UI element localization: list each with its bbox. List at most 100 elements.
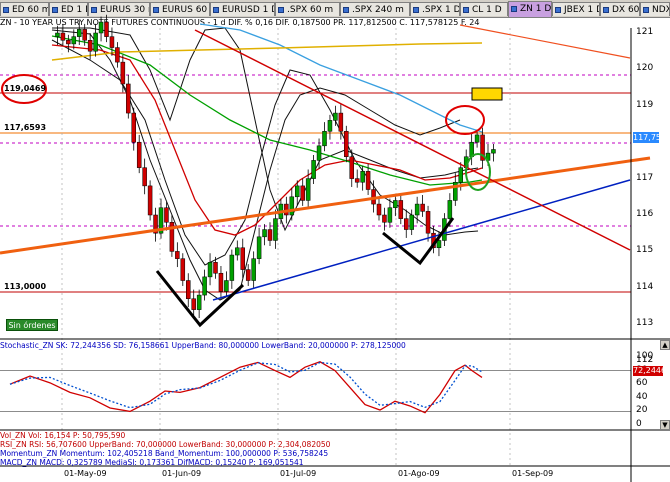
stochastic-header: Stochastic_ZN SK: 72,244356 SD: 76,15866… <box>0 341 406 350</box>
candle-body <box>414 203 420 216</box>
candle-body <box>104 21 109 37</box>
candle-body <box>311 160 316 179</box>
candle-body <box>87 40 93 52</box>
candle-body <box>126 83 131 114</box>
trendline-orange-support <box>0 156 651 255</box>
current-price-tag: 117,75 <box>633 132 661 143</box>
price-axis-tick: 114 <box>636 281 654 292</box>
candle-body <box>218 272 224 292</box>
candle-body <box>273 218 278 241</box>
indicator-panel-header-1: RSI_ZN RSI: 56,707600 UpperBand: 70,0000… <box>0 440 331 449</box>
candle-body <box>202 276 207 296</box>
price-axis-tick: 120 <box>636 63 654 74</box>
candle-body <box>115 47 120 63</box>
candle-body <box>322 131 327 147</box>
chart-canvas[interactable] <box>0 0 670 482</box>
candle-body <box>365 171 371 190</box>
candle-body <box>66 40 71 45</box>
candle-body <box>425 211 431 234</box>
price-axis-tick: 115 <box>636 245 654 256</box>
panel-scroll-down[interactable]: ▼ <box>660 420 670 430</box>
candle-body <box>344 131 349 158</box>
stochastic-axis-tick: 20 <box>636 405 648 416</box>
price-axis-tick: 117 <box>636 172 654 183</box>
stochastic-sd-line <box>9 361 483 409</box>
candle-body <box>289 196 295 216</box>
candle-body <box>235 247 240 256</box>
candle-body <box>491 149 496 154</box>
candle-body <box>224 280 229 292</box>
candle-body <box>175 251 180 259</box>
date-axis-tick: 01-Jun-09 <box>162 469 202 478</box>
candle-body <box>447 200 453 219</box>
candle-body <box>60 32 66 41</box>
price-label-circled: 119,0469 <box>4 84 47 93</box>
candle-body <box>300 185 305 201</box>
candle-body <box>360 171 365 183</box>
candle-body <box>387 207 393 223</box>
candle-body <box>93 32 98 52</box>
candle-body <box>398 200 404 219</box>
candle-body <box>316 145 322 161</box>
candle-body <box>186 280 191 299</box>
date-axis-tick: 01-Jul-09 <box>280 469 317 478</box>
stochastic-axis-tick: 100 <box>636 351 654 361</box>
candle-body <box>82 29 87 41</box>
candle-body <box>295 185 300 198</box>
orders-button[interactable]: Sin órdenes <box>6 319 58 331</box>
candle-body <box>305 178 311 201</box>
indicator-panel-header-3: MACD_ZN MACD: 0,325789 MediaSI: 0,173361… <box>0 458 304 467</box>
candle-body <box>164 207 169 223</box>
candle-body <box>333 112 338 121</box>
candle-body <box>420 203 425 212</box>
date-axis-tick: 01-Sep-09 <box>512 469 554 478</box>
candle-body <box>120 61 126 85</box>
bollinger-upper <box>51 29 461 301</box>
price-label-level-2: 113,0000 <box>4 282 47 291</box>
candle-body <box>240 247 245 270</box>
candle-body <box>382 214 387 223</box>
candle-body <box>251 258 256 281</box>
date-axis-tick: 01-May-09 <box>64 469 107 478</box>
candle-body <box>180 258 186 281</box>
candle-body <box>98 21 104 34</box>
candle-body <box>142 167 147 187</box>
candle-body <box>213 262 218 274</box>
candle-body <box>256 236 262 259</box>
candle-body <box>349 156 354 179</box>
candle-body <box>262 229 267 238</box>
circle-annotation-top <box>445 105 485 135</box>
candle-body <box>327 120 333 132</box>
stochastic-sk-line <box>9 361 483 414</box>
candle-body <box>245 269 251 281</box>
candle-body <box>354 178 360 183</box>
stochastic-tag: 72,2446 <box>633 366 667 376</box>
price-axis-tick: 119 <box>636 99 654 110</box>
price-axis-tick: 113 <box>636 318 654 329</box>
price-axis-tick: 116 <box>636 209 654 219</box>
candle-body <box>207 262 213 278</box>
stochastic-axis-tick: 0 <box>636 419 642 429</box>
candle-body <box>136 141 142 168</box>
price-label-level-1: 117,6593 <box>4 123 47 132</box>
stochastic-axis-tick: 40 <box>636 391 648 402</box>
candle-body <box>196 294 202 310</box>
candle-body <box>229 254 235 281</box>
candle-body <box>458 167 463 183</box>
candle-body <box>404 218 409 230</box>
date-axis-tick: 01-Ago-09 <box>398 469 440 478</box>
indicator-panel-header-2: Momentum_ZN Momentum: 102,405218 Band_Mo… <box>0 449 329 458</box>
candle-body <box>131 112 136 143</box>
candle-body <box>376 203 382 216</box>
indicator-panel-header-0: Vol_ZN Vol: 16,154 P: 50,795,590 <box>0 431 126 440</box>
candle-body <box>71 36 77 45</box>
candle-body <box>109 36 115 48</box>
trendline-red-upper <box>459 24 631 59</box>
stochastic-axis-tick: 60 <box>636 378 648 389</box>
panel-scroll-up[interactable]: ▲ <box>660 340 670 350</box>
candle-body <box>77 29 82 37</box>
candle-body <box>55 32 60 37</box>
candle-body <box>474 134 480 143</box>
price-axis-tick: 121 <box>636 27 654 37</box>
candle-body <box>267 229 273 241</box>
